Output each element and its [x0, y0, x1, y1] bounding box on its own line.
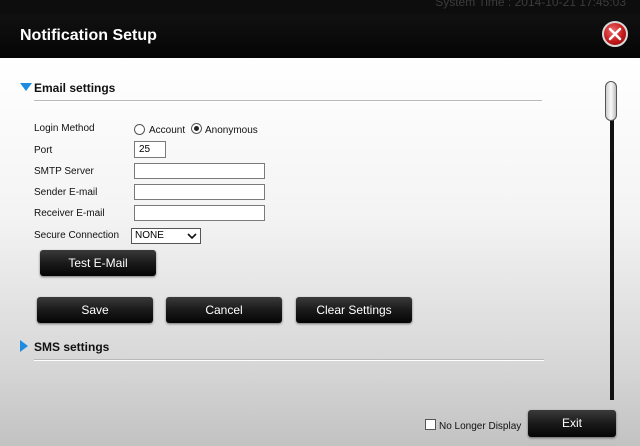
clear-settings-button[interactable]: Clear Settings [296, 297, 412, 323]
receiver-email-input[interactable] [134, 205, 265, 221]
system-time-bar: System Time : 2014-10-21 17:45:03 [0, 0, 640, 14]
close-button[interactable] [602, 21, 628, 47]
scrollbar-track[interactable] [610, 82, 614, 400]
cancel-button[interactable]: Cancel [166, 297, 282, 323]
scrollbar-thumb[interactable] [605, 81, 617, 121]
sender-email-input[interactable] [134, 184, 265, 200]
email-settings-title: Email settings [34, 81, 116, 95]
sms-settings-title: SMS settings [34, 340, 110, 354]
login-account-radio[interactable] [134, 124, 145, 135]
no-longer-display-checkbox[interactable] [425, 419, 436, 430]
smtp-server-input[interactable] [134, 163, 265, 179]
secure-connection-label: Secure Connection [34, 230, 120, 241]
system-time-text: System Time : 2014-10-21 17:45:03 [435, 0, 626, 9]
smtp-server-label: SMTP Server [34, 166, 94, 177]
port-input[interactable] [134, 141, 166, 158]
no-longer-display-label: No Longer Display [439, 421, 522, 432]
chevron-down-icon [187, 233, 197, 240]
email-section-divider [34, 100, 542, 102]
expand-triangle-right-icon [20, 340, 28, 352]
email-settings-header[interactable]: Email settings [20, 81, 115, 95]
login-method-label: Login Method [34, 123, 95, 134]
exit-button[interactable]: Exit [528, 410, 616, 437]
close-icon [608, 27, 622, 41]
dialog-title: Notification Setup [20, 27, 157, 44]
sms-section-divider [34, 359, 544, 361]
receiver-email-label: Receiver E-mail [34, 208, 105, 219]
test-email-button[interactable]: Test E-Mail [40, 250, 156, 276]
login-account-label: Account [149, 125, 186, 136]
sender-email-label: Sender E-mail [34, 187, 98, 198]
login-anonymous-radio[interactable] [191, 123, 202, 134]
dialog-titlebar: Notification Setup [0, 14, 640, 58]
secure-connection-select[interactable]: NONE [131, 228, 201, 244]
expand-triangle-down-icon [20, 83, 32, 91]
sms-settings-header[interactable]: SMS settings [20, 340, 109, 354]
save-button[interactable]: Save [37, 297, 153, 323]
login-anonymous-label: Anonymous [205, 125, 258, 136]
port-label: Port [34, 145, 53, 156]
secure-connection-value: NONE [135, 230, 164, 241]
dialog-body: Email settings Login Method Account Anon… [0, 58, 640, 446]
